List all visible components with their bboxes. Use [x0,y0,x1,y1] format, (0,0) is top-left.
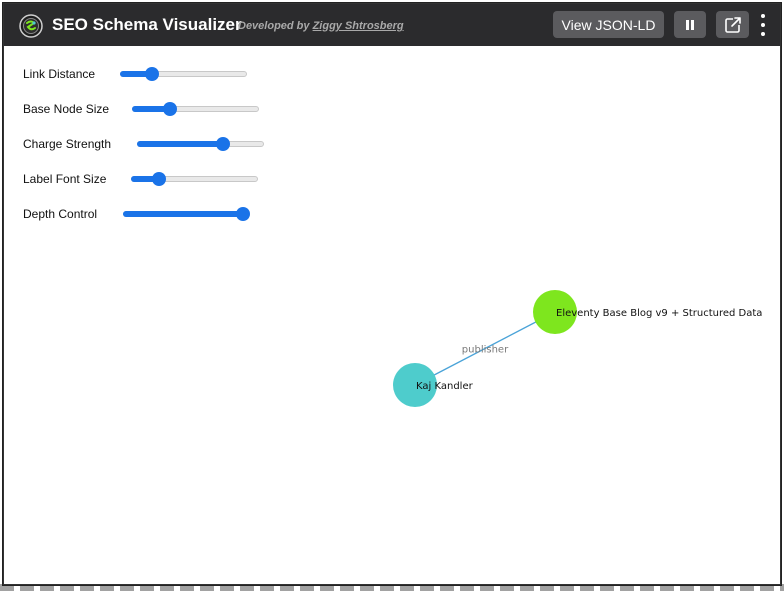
base-node-size-slider[interactable] [132,102,259,116]
author-link[interactable]: Ziggy Shtrosberg [313,20,404,32]
node-label: Kaj Kandler [416,381,474,392]
more-menu-icon[interactable] [756,12,770,38]
charge-strength-slider[interactable] [137,137,264,151]
app-logo-icon [19,14,43,38]
open-external-button[interactable] [716,11,749,38]
base-node-size-label: Base Node Size [23,102,110,116]
depth-control-slider[interactable] [123,207,250,221]
background-text-line [0,584,784,591]
developer-credit: Developed by Ziggy Shtrosberg [238,20,404,32]
link-label: publisher [462,345,509,356]
slider-thumb[interactable] [163,102,178,116]
link-distance-label: Link Distance [23,67,96,81]
graph-svg[interactable]: publisher Eleventy Base Blog v9 + Structu… [4,46,780,584]
node-label: Eleventy Base Blog v9 + Structured Data [556,308,762,319]
header-bar: SEO Schema Visualizer Developed by Ziggy… [4,4,780,46]
pause-button[interactable] [674,11,706,38]
schema-visualizer-panel: SEO Schema Visualizer Developed by Ziggy… [3,3,781,585]
charge-strength-label: Charge Strength [23,137,112,151]
app-title: SEO Schema Visualizer [52,15,242,34]
slider-thumb[interactable] [216,137,231,151]
pause-icon [686,19,694,30]
label-font-size-slider[interactable] [131,172,258,186]
slider-thumb[interactable] [236,207,250,221]
link-distance-slider[interactable] [120,67,247,81]
credit-prefix: Developed by [238,20,313,32]
slider-thumb[interactable] [144,67,159,81]
external-link-icon [724,16,741,33]
slider-thumb[interactable] [151,172,166,186]
label-font-size-label: Label Font Size [23,172,107,186]
view-json-ld-button[interactable]: View JSON-LD [553,11,664,38]
depth-control-label: Depth Control [23,207,98,221]
graph-canvas[interactable]: publisher Eleventy Base Blog v9 + Structu… [4,46,780,584]
